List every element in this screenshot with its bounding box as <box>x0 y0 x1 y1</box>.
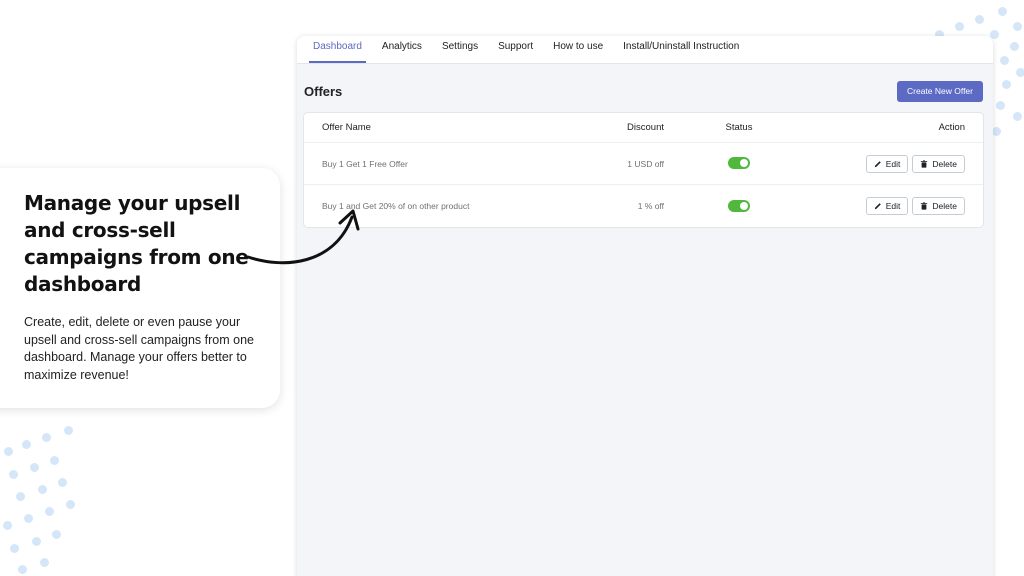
trash-icon <box>921 202 928 210</box>
table-header-row: Offer Name Discount Status Action <box>304 113 983 143</box>
header-action: Action <box>938 122 965 133</box>
page-header: Offers Create New Offer <box>297 64 993 104</box>
tab-settings[interactable]: Settings <box>432 36 488 63</box>
app-window: Dashboard Analytics Settings Support How… <box>297 36 993 576</box>
trash-icon <box>921 159 928 168</box>
delete-label: Delete <box>932 201 957 211</box>
table-row: Buy 1 and Get 20% of on other product 1 … <box>304 185 983 227</box>
delete-button[interactable]: Delete <box>912 154 965 173</box>
promo-card: Manage your upsell and cross-sell campai… <box>0 168 280 408</box>
offer-name: Buy 1 Get 1 Free Offer <box>322 158 408 169</box>
pencil-icon <box>874 203 881 210</box>
header-status: Status <box>725 122 753 133</box>
tab-support[interactable]: Support <box>488 36 543 63</box>
offers-table: Offer Name Discount Status Action Buy 1 … <box>304 113 983 227</box>
status-cell <box>664 155 764 173</box>
header-offer-name: Offer Name <box>322 122 371 133</box>
status-toggle[interactable] <box>728 157 750 170</box>
action-cell: Edit Delete <box>764 154 983 173</box>
tab-bar: Dashboard Analytics Settings Support How… <box>297 36 993 64</box>
delete-label: Delete <box>932 158 957 169</box>
tab-dashboard[interactable]: Dashboard <box>303 36 372 63</box>
edit-button[interactable]: Edit <box>865 154 909 173</box>
status-cell <box>664 197 764 215</box>
create-new-offer-button[interactable]: Create New Offer <box>897 80 983 102</box>
tab-analytics[interactable]: Analytics <box>372 36 432 63</box>
curved-arrow-icon <box>246 209 360 265</box>
promo-heading: Manage your upsell and cross-sell campai… <box>24 191 249 296</box>
page-title: Offers <box>304 83 343 99</box>
edit-label: Edit <box>885 158 901 169</box>
offer-discount: 1 USD off <box>627 158 664 169</box>
action-cell: Edit Delete <box>764 197 983 215</box>
tab-install-uninstall[interactable]: Install/Uninstall Instruction <box>613 36 749 63</box>
table-row: Buy 1 Get 1 Free Offer 1 USD off Edit De… <box>304 143 983 185</box>
status-toggle[interactable] <box>728 199 750 212</box>
edit-button[interactable]: Edit <box>865 197 909 215</box>
offer-discount: 1 % off <box>637 201 664 211</box>
delete-button[interactable]: Delete <box>912 197 965 215</box>
header-discount: Discount <box>627 122 664 133</box>
edit-label: Edit <box>885 201 901 211</box>
promo-body: Create, edit, delete or even pause your … <box>24 315 254 382</box>
pencil-icon <box>874 160 881 167</box>
tab-how-to-use[interactable]: How to use <box>543 36 613 63</box>
